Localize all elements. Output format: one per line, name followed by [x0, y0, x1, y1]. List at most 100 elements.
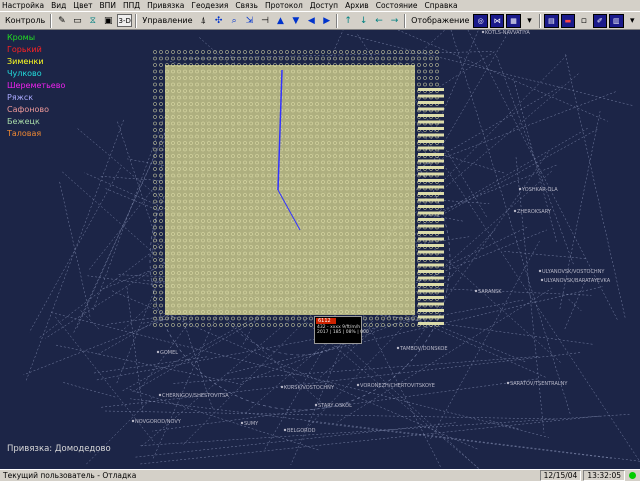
legend-item[interactable]: Кромы — [7, 32, 65, 44]
legend-item[interactable]: Зименки — [7, 56, 65, 68]
layer-red-icon[interactable]: ▬ — [560, 13, 576, 28]
radar-map[interactable]: KOTLS-NAVVATIYA YOSHKAR-OLA ZHEROKSARY ULYA… — [0, 30, 640, 469]
map-canvas[interactable]: KOTLS-NAVVATIYA YOSHKAR-OLA ZHEROKSARY ULYA… — [0, 30, 640, 469]
target-marker — [159, 56, 163, 61]
target-label — [418, 101, 444, 104]
legend-item[interactable]: Шереметьево — [7, 80, 65, 92]
menu-item[interactable]: ППД — [123, 1, 140, 10]
target-marker — [435, 69, 439, 74]
target-marker — [159, 303, 163, 308]
target-marker — [243, 323, 247, 327]
target-marker — [267, 50, 271, 54]
target-marker — [165, 50, 169, 54]
route-line — [140, 415, 600, 465]
card-icon[interactable]: ▭ — [71, 14, 84, 28]
layer-icon[interactable]: ▤ — [544, 13, 559, 28]
city-label: NOVGOROD/NOVY — [135, 419, 182, 425]
target-marker — [171, 56, 175, 61]
menu-item[interactable]: Цвет — [73, 1, 92, 10]
zoom-icon[interactable]: ⌕ — [227, 14, 240, 28]
city-marker — [131, 419, 135, 423]
settings-icon[interactable]: ▫ — [577, 14, 590, 28]
city-label: SUMY — [244, 421, 259, 427]
target-marker — [285, 50, 289, 54]
menu-item[interactable]: ВПИ — [100, 1, 116, 10]
target-label — [418, 94, 444, 98]
menu-item[interactable]: Доступ — [310, 1, 338, 10]
target-marker — [393, 316, 397, 321]
target-marker — [153, 102, 157, 106]
city-marker — [156, 350, 160, 354]
track-popup[interactable]: 6112 432 - xxxx 9/ft/m/h 2017 | 185 | 08… — [314, 316, 369, 344]
target-label — [418, 270, 444, 273]
shift-left-icon[interactable]: ← — [372, 14, 385, 28]
target-marker — [159, 173, 163, 178]
menu-item[interactable]: Состояние — [376, 1, 418, 10]
grid-icon[interactable]: ▦ — [506, 13, 521, 28]
target-marker — [159, 225, 163, 230]
city-marker — [481, 30, 485, 34]
menu-item[interactable]: Геодезия — [191, 1, 228, 10]
legend-item[interactable]: Ряжск — [7, 92, 65, 104]
hourglass-icon[interactable]: ⧖ — [86, 14, 99, 28]
menu-item[interactable]: Привязка — [147, 1, 184, 10]
target-marker — [243, 50, 247, 54]
target-marker — [177, 56, 181, 61]
pen-icon[interactable]: ✐ — [592, 13, 608, 28]
shift-down-icon[interactable]: ↓ — [357, 14, 370, 28]
route-icon[interactable]: ⋈ — [489, 13, 505, 28]
target-marker — [159, 89, 163, 93]
legend-item[interactable]: Бежецк — [7, 116, 65, 128]
target-marker — [255, 50, 259, 54]
target-marker — [273, 56, 277, 61]
target-marker — [153, 69, 157, 74]
move-icon[interactable]: ✣ — [212, 14, 225, 28]
legend-item[interactable]: Чулково — [7, 68, 65, 80]
target-marker — [159, 277, 163, 282]
menu-item[interactable]: Вид — [51, 1, 66, 10]
scale-icon[interactable]: ⇲ — [243, 14, 256, 28]
target-marker — [153, 121, 157, 126]
target-marker — [399, 323, 403, 327]
brush-icon[interactable]: ✎ — [55, 14, 68, 28]
city-label: ZHEROKSARY — [517, 209, 552, 215]
menu-item[interactable]: Связь — [235, 1, 258, 10]
legend-item[interactable]: Сафоново — [7, 104, 65, 116]
menu-item[interactable]: Справка — [425, 1, 458, 10]
arrow-right-icon[interactable]: ▶ — [320, 14, 333, 28]
target-icon[interactable]: ◎ — [473, 13, 488, 28]
target-label — [418, 205, 444, 208]
three-d-button[interactable]: 3-D — [116, 14, 133, 27]
target-marker — [393, 50, 397, 54]
legend-item[interactable]: Горький — [7, 44, 65, 56]
menu-item[interactable]: Протокол — [265, 1, 303, 10]
chevron-down-icon[interactable]: ▾ — [626, 14, 639, 28]
chevron-down-icon[interactable]: ▾ — [523, 14, 536, 28]
shift-right-icon[interactable]: → — [388, 14, 401, 28]
menu-item[interactable]: Настройка — [2, 1, 44, 10]
route-line — [568, 299, 582, 311]
screen-icon[interactable]: ▣ — [102, 14, 115, 28]
target-marker — [303, 50, 307, 54]
city-marker — [240, 421, 244, 425]
target-marker — [153, 167, 157, 171]
target-marker — [357, 56, 361, 61]
menu-item[interactable]: Архив — [345, 1, 369, 10]
status-bar: Текущий пользователь - Отладка 12/15/04 … — [0, 469, 640, 481]
target-label — [418, 218, 444, 221]
target-marker — [273, 316, 277, 321]
target-marker — [315, 50, 319, 54]
filter-icon[interactable]: ⍋ — [197, 14, 210, 28]
arrow-up-icon[interactable]: ▲ — [274, 14, 287, 28]
arrow-left-icon[interactable]: ◀ — [305, 14, 318, 28]
target-label — [418, 302, 444, 306]
map-mode-icon[interactable]: ▥ — [609, 13, 624, 28]
target-marker — [159, 76, 163, 80]
shift-up-icon[interactable]: ↑ — [341, 14, 354, 28]
legend-item[interactable]: Таловая — [7, 128, 65, 140]
target-marker — [417, 82, 421, 87]
arrow-down-icon[interactable]: ▼ — [289, 14, 302, 28]
target-marker — [201, 316, 205, 321]
city-label: ULYANOVSK/BARATAYEVKA — [544, 278, 611, 284]
center-icon[interactable]: ⊣ — [258, 14, 271, 28]
